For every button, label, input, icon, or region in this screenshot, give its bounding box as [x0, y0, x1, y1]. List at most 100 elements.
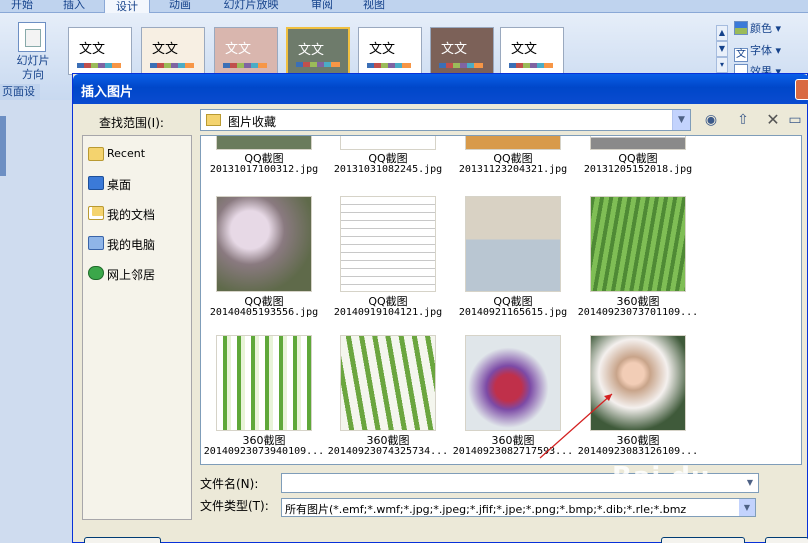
thumbnail-image [590, 335, 686, 431]
lookin-select[interactable]: 图片收藏 ▼ [200, 109, 691, 131]
file-item[interactable]: QQ截图 20140921165615.jpg [450, 196, 570, 328]
file-name: 20140923074325734... [327, 446, 449, 457]
filetype-label: 文件类型(T): [200, 499, 269, 513]
theme-swatch-5[interactable]: 文文 [358, 27, 422, 75]
file-name: 20131031082245.jpg [333, 164, 443, 175]
thumbnail-image [340, 136, 436, 150]
up-folder-icon[interactable]: ⇧ [733, 110, 753, 130]
network-icon [88, 266, 104, 280]
chevron-down-icon[interactable]: ▼ [739, 499, 755, 516]
file-item[interactable]: 360截图 20140923083126109... [575, 335, 698, 464]
file-name: 20140923073701109... [577, 307, 699, 318]
gallery-more-icon[interactable]: ▾ [716, 57, 728, 73]
insert-button[interactable] [661, 537, 745, 543]
gallery-up-arrow-icon[interactable]: ▲ [716, 25, 728, 41]
theme-swatch-text: 文文 [152, 42, 179, 57]
thumbnail-image [340, 196, 436, 292]
dialog-title: 插入图片 [81, 85, 134, 100]
theme-colors-label: 颜色 [750, 22, 772, 35]
tab-design[interactable]: 设计 [104, 0, 150, 14]
lookin-value: 图片收藏 [228, 115, 277, 129]
file-item[interactable]: 360截图 20140923073940109... [201, 335, 324, 464]
slide-orientation-button[interactable]: 幻灯片 方向 [8, 22, 58, 84]
filetype-select[interactable]: 所有图片(*.emf;*.wmf;*.jpg;*.jpeg;*.jfif;*.j… [281, 498, 756, 517]
place-my-computer[interactable]: 我的电脑 [88, 234, 188, 254]
theme-swatch-text: 文文 [225, 42, 252, 57]
theme-color-bar [439, 63, 483, 68]
theme-swatch-6[interactable]: 文文 [430, 27, 494, 75]
delete-icon[interactable]: ✕ [763, 110, 783, 130]
thumbnail-image [465, 335, 561, 431]
theme-effects-button[interactable]: 效果 ▾ [734, 63, 781, 73]
theme-swatch-1[interactable]: 文文 [68, 27, 132, 75]
watermark: Bai du [612, 462, 711, 492]
theme-fonts-label: 字体 [750, 44, 772, 57]
tab-review[interactable]: 审阅 [306, 0, 338, 13]
file-list[interactable]: QQ截图 20131017100312.jpg QQ截图 20131031082… [200, 135, 802, 465]
file-name: 20140923083126109... [577, 446, 699, 457]
theme-fonts-button[interactable]: 文字体 ▾ [734, 42, 781, 62]
place-label: 桌面 [107, 178, 132, 192]
my-computer-icon [88, 236, 104, 250]
theme-color-bar [77, 63, 121, 68]
cancel-button[interactable] [765, 537, 808, 543]
place-desktop[interactable]: 桌面 [88, 174, 188, 194]
tab-view[interactable]: 视图 [358, 0, 390, 13]
slide-orientation-label: 幻灯片 方向 [16, 54, 50, 81]
place-recent[interactable]: Recent [88, 145, 188, 165]
tab-insert[interactable]: 插入 [58, 0, 90, 13]
theme-swatch-2[interactable]: 文文 [141, 27, 205, 75]
colors-icon [734, 21, 748, 35]
page-setup-group-label: 页面设置 [0, 84, 40, 114]
ribbon-tab-strip: 开始 插入 设计 动画 幻灯片放映 审阅 视图 [0, 0, 808, 14]
theme-swatch-text: 文文 [441, 42, 468, 57]
file-name: 20140923073940109... [203, 446, 325, 457]
file-item[interactable]: QQ截图 20140919104121.jpg [325, 196, 445, 328]
gallery-down-arrow-icon[interactable]: ▼ [716, 41, 728, 57]
tab-slideshow[interactable]: 幻灯片放映 [216, 0, 286, 13]
dialog-title-bar[interactable]: 插入图片 [73, 74, 808, 104]
theme-swatch-text: 文文 [298, 43, 325, 58]
file-item[interactable]: 360截图 20140923074325734... [325, 335, 448, 464]
tab-animation[interactable]: 动画 [164, 0, 196, 13]
thumbnail-image [465, 196, 561, 292]
place-network[interactable]: 网上邻居 [88, 264, 188, 284]
file-name: 20140405193556.jpg [209, 307, 319, 318]
place-label: Recent [107, 147, 146, 160]
thumbnail-image [340, 335, 436, 431]
effects-icon [734, 64, 748, 73]
theme-swatch-7[interactable]: 文文 [500, 27, 564, 75]
lookin-label: 查找范围(I): [99, 116, 164, 130]
thumbnail-image [216, 196, 312, 292]
tools-button[interactable] [84, 537, 161, 543]
theme-swatch-text: 文文 [369, 42, 396, 57]
thumbnail-image [216, 335, 312, 431]
filetype-value: 所有图片(*.emf;*.wmf;*.jpg;*.jpeg;*.jfif;*.j… [285, 503, 687, 516]
back-icon[interactable]: ◉ [701, 110, 721, 130]
file-name: 20131017100312.jpg [209, 164, 319, 175]
filename-label: 文件名(N): [200, 477, 259, 491]
theme-swatch-text: 文文 [79, 42, 106, 57]
theme-effects-label: 效果 [750, 65, 772, 73]
tab-home[interactable]: 开始 [6, 0, 38, 13]
file-item[interactable]: 360截图 20140923073701109... [575, 196, 698, 328]
fonts-icon: 文 [734, 48, 748, 62]
chevron-down-icon[interactable]: ▼ [742, 474, 758, 492]
new-folder-icon[interactable]: ▭ [785, 110, 805, 130]
theme-colors-button[interactable]: 颜色 ▾ [734, 20, 781, 38]
place-my-documents[interactable]: 我的文档 [88, 204, 188, 224]
my-documents-icon [88, 206, 104, 220]
file-name: 20131123204321.jpg [458, 164, 568, 175]
place-label: 我的文档 [107, 208, 156, 222]
desktop-icon [88, 176, 104, 190]
chevron-down-icon[interactable]: ▼ [672, 110, 690, 130]
file-item[interactable]: QQ截图 20140405193556.jpg [201, 196, 321, 328]
theme-swatch-4[interactable]: 文文 [286, 27, 350, 75]
close-icon[interactable] [795, 79, 808, 100]
slide-orientation-icon [18, 22, 46, 52]
thumbnail-image [590, 136, 686, 150]
theme-swatch-3[interactable]: 文文 [214, 27, 278, 75]
file-name: 20140923082717593... [452, 446, 574, 457]
file-item[interactable]: 360截图 20140923082717593... [450, 335, 573, 464]
file-name: 20140919104121.jpg [333, 307, 443, 318]
